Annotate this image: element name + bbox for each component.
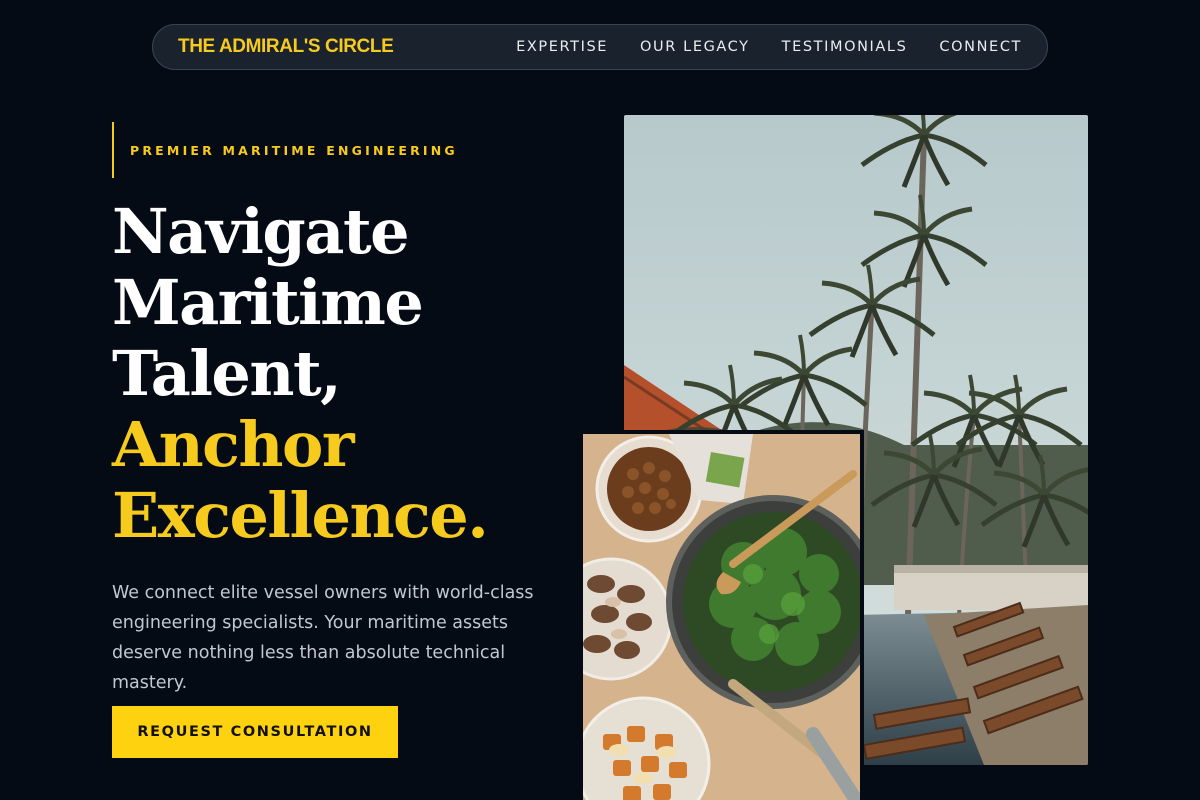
top-navigation: THE ADMIRAL'S CIRCLE EXPERTISE OUR LEGAC… (152, 24, 1048, 70)
headline-line-5: Excellence. (112, 479, 489, 552)
brand-logo[interactable]: THE ADMIRAL'S CIRCLE (178, 36, 394, 58)
hero-headline: Navigate Maritime Talent, Anchor Excelle… (112, 196, 582, 551)
hero-description: We connect elite vessel owners with worl… (112, 583, 534, 693)
request-consultation-button[interactable]: REQUEST CONSULTATION (112, 706, 398, 758)
nav-link-testimonials[interactable]: TESTIMONIALS (782, 39, 908, 55)
nav-link-our-legacy[interactable]: OUR LEGACY (640, 39, 750, 55)
headline-line-3: Talent, (112, 337, 342, 410)
nav-links: EXPERTISE OUR LEGACY TESTIMONIALS CONNEC… (516, 39, 1022, 55)
headline-line-4: Anchor (112, 408, 355, 481)
headline-line-2: Maritime (112, 266, 424, 339)
page: THE ADMIRAL'S CIRCLE EXPERTISE OUR LEGAC… (0, 0, 1200, 800)
eyebrow-text: PREMIER MARITIME ENGINEERING (130, 142, 458, 158)
headline-line-1: Navigate (112, 195, 410, 268)
cooking-illustration (583, 434, 860, 800)
eyebrow-block: PREMIER MARITIME ENGINEERING (112, 122, 458, 178)
cooking-ingredients-image (579, 430, 864, 800)
nav-link-expertise[interactable]: EXPERTISE (516, 39, 608, 55)
nav-link-connect[interactable]: CONNECT (939, 39, 1022, 55)
